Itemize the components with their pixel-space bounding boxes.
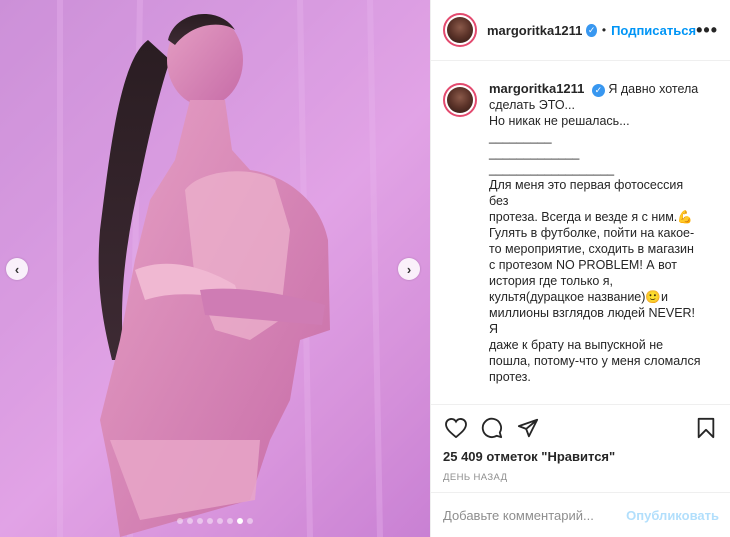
photo	[0, 0, 430, 537]
bookmark-icon[interactable]	[693, 415, 719, 441]
avatar[interactable]	[443, 13, 477, 47]
carousel-dot	[187, 518, 193, 524]
caption-text: margoritka1211 ✓ Я давно хотела сделать …	[489, 81, 703, 404]
more-options-icon[interactable]: •••	[696, 20, 718, 41]
next-photo-button[interactable]: ›	[398, 258, 420, 280]
caption-line: история где только я,	[489, 274, 614, 288]
caption-username[interactable]: margoritka1211	[489, 81, 584, 96]
caption-line: культя(дурацкое название)🙂и	[489, 290, 668, 304]
post-timestamp[interactable]: ДЕНЬ НАЗАД	[443, 472, 719, 483]
caption-line: протеза. Всегда и везде я с ним.💪	[489, 210, 693, 224]
caption-line: __________________	[489, 162, 615, 176]
chevron-right-icon: ›	[406, 261, 412, 277]
caption-line: с протезом NO PROBLEM! А вот	[489, 258, 678, 272]
carousel-dot	[227, 518, 233, 524]
carousel-dot	[207, 518, 213, 524]
carousel-dot	[177, 518, 183, 524]
comment-bar: Опубликовать	[431, 492, 730, 537]
caption-scroll-area[interactable]: margoritka1211 ✓ Я давно хотела сделать …	[431, 61, 730, 404]
carousel-indicator	[0, 518, 430, 524]
caption-line: протез.	[489, 370, 531, 384]
share-icon[interactable]	[515, 415, 541, 441]
caption-line: _____________	[489, 146, 580, 160]
caption-line: Я давно хотела	[608, 82, 699, 96]
verified-badge-icon: ✓	[586, 23, 597, 37]
caption-line: _________	[489, 130, 552, 144]
heart-icon[interactable]	[443, 415, 469, 441]
post-sidebar: margoritka1211 ✓ • Подписаться ••• margo…	[430, 0, 730, 537]
follow-button[interactable]: Подписаться	[611, 23, 696, 38]
separator: •	[601, 23, 607, 37]
previous-photo-button[interactable]: ‹	[6, 258, 28, 280]
chevron-left-icon: ‹	[14, 261, 20, 277]
caption-avatar[interactable]	[443, 83, 477, 117]
caption-line: Гулять в футболке, пойти на какое-	[489, 226, 695, 240]
author-username[interactable]: margoritka1211	[487, 23, 582, 38]
carousel-dot	[247, 518, 253, 524]
verified-badge-icon: ✓	[591, 83, 605, 97]
caption-line: сделать ЭТО...	[489, 98, 575, 112]
carousel-dot	[197, 518, 203, 524]
caption-line: Но никак не решалась...	[489, 114, 630, 128]
caption-first-line: margoritka1211 ✓ Я давно хотела	[489, 81, 699, 97]
carousel-dot	[237, 518, 243, 524]
caption-line: пошла, потому-что у меня сломался	[489, 354, 701, 368]
comment-icon[interactable]	[479, 415, 505, 441]
caption-line: даже к брату на выпускной не	[489, 338, 664, 352]
caption-line	[489, 385, 703, 401]
publish-button[interactable]: Опубликовать	[626, 508, 719, 523]
post-header: margoritka1211 ✓ • Подписаться •••	[431, 0, 730, 61]
carousel-dot	[217, 518, 223, 524]
post-media[interactable]: ‹ ›	[0, 0, 430, 537]
post-actions: 25 409 отметок "Нравится" ДЕНЬ НАЗАД	[431, 404, 730, 483]
caption-line: то мероприятие, сходить в магазин	[489, 242, 694, 256]
caption-line: Для меня это первая фотосессия без	[489, 178, 687, 208]
comment-input[interactable]	[443, 507, 627, 523]
caption-line: миллионы взглядов людей NEVER! Я	[489, 306, 699, 336]
likes-count[interactable]: 25 409 отметок "Нравится"	[443, 449, 719, 464]
caption: margoritka1211 ✓ Я давно хотела сделать …	[443, 81, 719, 404]
